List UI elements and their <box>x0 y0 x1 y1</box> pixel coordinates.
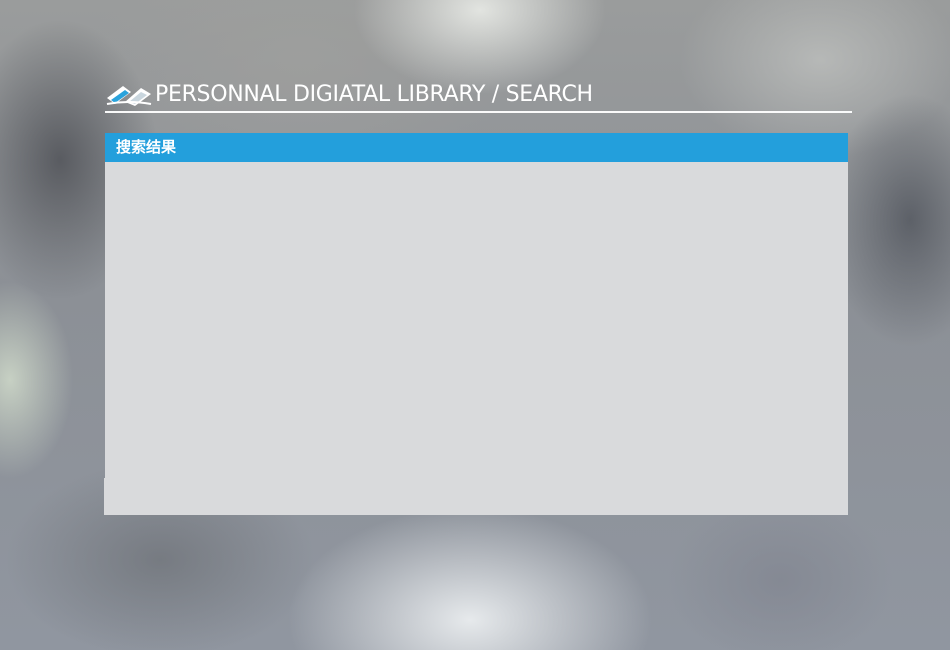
app-header: PERSONNAL DIGIATAL LIBRARY / SEARCH <box>105 78 852 113</box>
search-results-panel: 搜索结果 <box>104 133 848 515</box>
open-book-icon <box>106 86 152 106</box>
panel-divider <box>104 478 105 515</box>
search-results-list[interactable] <box>104 162 848 515</box>
page-title: PERSONNAL DIGIATAL LIBRARY / SEARCH <box>155 82 593 107</box>
search-results-header: 搜索结果 <box>105 133 848 162</box>
